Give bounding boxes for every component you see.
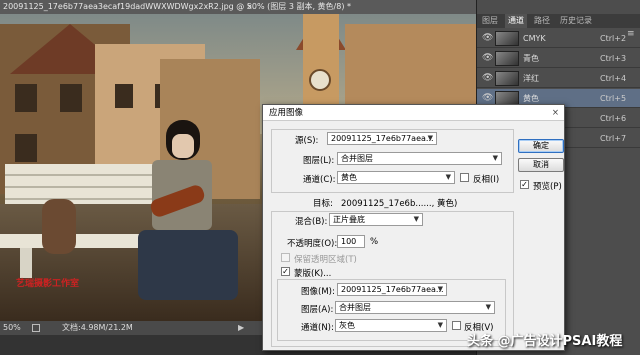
tab-layers[interactable]: 图层 <box>479 14 501 28</box>
channel-name: CMYK <box>523 34 546 43</box>
chevron-down-icon: ▼ <box>492 154 498 162</box>
source-select[interactable]: 20091125_17e6b77aea... ▼ <box>327 132 437 145</box>
tab-channels[interactable]: 通道 <box>505 14 527 28</box>
target-label: 目标: <box>313 199 333 209</box>
chevron-down-icon: ▼ <box>485 303 491 311</box>
mask-channel-select[interactable]: 灰色 ▼ <box>335 319 447 332</box>
channel-name: 青色 <box>523 54 539 63</box>
panel-tabs: 图层 通道 路径 历史记录 ≡ <box>477 14 640 39</box>
preview-checkbox[interactable]: ✓ <box>520 180 529 189</box>
preserve-transparency-label: 保留透明区域(T) <box>294 255 357 265</box>
source-layer-label: 图层(L): <box>303 156 335 166</box>
clock-face <box>309 69 331 91</box>
opacity-unit: % <box>370 237 379 247</box>
channel-row-cyan[interactable]: 👁 青色 Ctrl+3 <box>477 49 640 68</box>
channel-shortcut: Ctrl+4 <box>600 74 627 83</box>
opacity-input[interactable]: 100 <box>337 235 365 248</box>
zoom-level[interactable]: 50% <box>3 321 21 335</box>
mask-image-label: 图像(M): <box>301 287 335 297</box>
preserve-transparency-checkbox[interactable] <box>281 253 290 262</box>
eye-icon[interactable]: 👁 <box>482 29 493 48</box>
doc-size: 文档:4.98M/21.2M <box>62 323 133 332</box>
channel-thumbnail <box>495 31 519 46</box>
preview-label: 预览(P) <box>533 182 562 192</box>
blending-select[interactable]: 正片叠底 ▼ <box>329 213 423 226</box>
chevron-down-icon: ▼ <box>413 215 419 223</box>
mask-channel-label: 通道(N): <box>301 323 334 333</box>
eye-icon[interactable]: 👁 <box>482 49 493 68</box>
dialog-title: 应用图像 <box>269 108 304 118</box>
apply-image-dialog: 应用图像 × 源(S): 20091125_17e6b77aea... ▼ 图层(… <box>262 104 565 351</box>
channel-shortcut: Ctrl+5 <box>600 94 627 103</box>
mask-invert-checkbox[interactable] <box>452 321 461 330</box>
watermark: 头条 @广告设计PSAI教程 <box>467 334 623 349</box>
mask-layer-select[interactable]: 合并图层 ▼ <box>335 301 495 314</box>
blending-label: 混合(B): <box>295 217 328 227</box>
source-invert-checkbox[interactable] <box>460 173 469 182</box>
mask-checkbox[interactable]: ✓ <box>281 267 290 276</box>
channel-row-magenta[interactable]: 👁 洋红 Ctrl+4 <box>477 69 640 88</box>
document-tab[interactable]: 20091125_17e6b77aea3ecaf19dadWWXWDWgx2xR… <box>0 0 476 14</box>
source-channel-label: 通道(C): <box>303 175 336 185</box>
source-label: 源(S): <box>295 136 319 146</box>
target-value: 20091125_17e6b......, 黄色) <box>341 199 458 209</box>
opacity-label: 不透明度(O): <box>287 239 338 249</box>
mask-layer-label: 图层(A): <box>301 305 334 315</box>
source-layer-select[interactable]: 合并图层 ▼ <box>337 152 502 165</box>
ok-button[interactable]: 确定 <box>518 139 564 153</box>
chevron-down-icon: ▼ <box>437 285 443 293</box>
channel-shortcut: Ctrl+2 <box>600 34 627 43</box>
source-channel-select[interactable]: 黄色 ▼ <box>337 171 455 184</box>
mask-label: 蒙版(K)... <box>294 269 332 279</box>
studio-logo: 艺瑞摄影工作室 <box>16 279 80 289</box>
eye-icon[interactable]: 👁 <box>482 69 493 88</box>
girl-figure <box>138 120 238 310</box>
chevron-down-icon: ▼ <box>437 321 443 329</box>
channel-shortcut: Ctrl+7 <box>600 134 627 143</box>
source-invert-label: 反相(I) <box>473 175 500 185</box>
teddy-bear <box>42 199 76 254</box>
cancel-button[interactable]: 取消 <box>518 158 564 172</box>
navigator-icon[interactable] <box>32 324 40 332</box>
dialog-titlebar[interactable]: 应用图像 × <box>263 105 564 121</box>
channel-shortcut: Ctrl+6 <box>600 114 627 123</box>
channel-thumbnail <box>495 71 519 86</box>
chevron-down-icon: ▼ <box>427 134 433 142</box>
close-icon[interactable]: × <box>246 0 253 14</box>
channel-name: 洋红 <box>523 74 539 83</box>
channel-shortcut: Ctrl+3 <box>600 54 627 63</box>
tab-history[interactable]: 历史记录 <box>557 14 595 28</box>
close-icon[interactable]: × <box>552 105 559 121</box>
status-menu-arrow-icon[interactable]: ▶ <box>238 321 244 335</box>
document-title: 20091125_17e6b77aea3ecaf19dadWWXWDWgx2xR… <box>3 2 351 11</box>
channel-thumbnail <box>495 51 519 66</box>
mask-image-select[interactable]: 20091125_17e6b77aea... ▼ <box>337 283 447 296</box>
channel-row-cmyk[interactable]: 👁 CMYK Ctrl+2 <box>477 29 640 48</box>
chevron-down-icon: ▼ <box>445 173 451 181</box>
tab-paths[interactable]: 路径 <box>531 14 553 28</box>
